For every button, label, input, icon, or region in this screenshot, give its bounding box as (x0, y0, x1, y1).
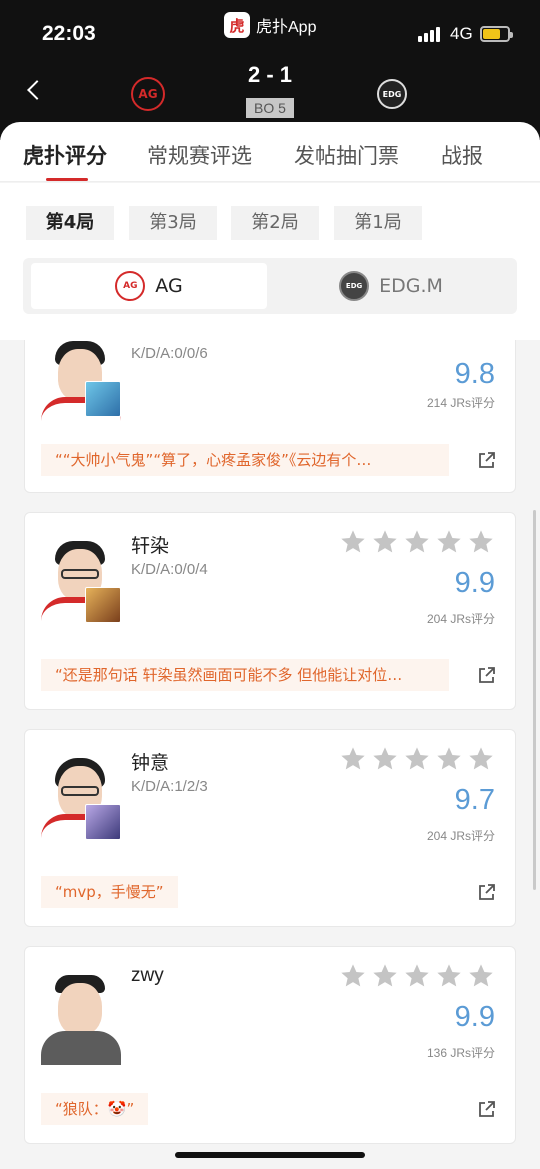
player-card[interactable]: 钟意 K/D/A:1/2/3 9.7 204 JRs评分 “mvp，手慢无” (24, 729, 516, 927)
star-icon[interactable] (339, 962, 367, 990)
battery-level (483, 29, 500, 39)
star-icon[interactable] (371, 745, 399, 773)
star-icon[interactable] (435, 745, 463, 773)
match-format-badge: BO 5 (246, 98, 294, 118)
share-icon[interactable] (477, 882, 497, 902)
star-icon[interactable] (403, 745, 431, 773)
top-comment[interactable]: ““大帅小气鬼”“算了，心疼孟家俊”《云边有个… (41, 444, 449, 476)
round-4-button[interactable]: 第4局 (26, 206, 114, 240)
star-icon[interactable] (371, 962, 399, 990)
network-label: 4G (450, 24, 473, 43)
star-icon[interactable] (339, 528, 367, 556)
star-icon[interactable] (467, 528, 495, 556)
top-comment[interactable]: “还是那句话 轩染虽然画面可能不多 但他能让对位… (41, 659, 449, 691)
round-3-button[interactable]: 第3局 (129, 206, 217, 240)
team-name-edgm: EDG.M (379, 275, 443, 297)
player-avatar (41, 748, 121, 848)
top-comment[interactable]: “狼队：🤡” (41, 1093, 149, 1125)
player-rating-list[interactable]: K/D/A:0/0/6 9.8 214 JRs评分 ““大帅小气鬼”“算了，心疼… (0, 340, 540, 1169)
player-card[interactable]: K/D/A:0/0/6 9.8 214 JRs评分 ““大帅小气鬼”“算了，心疼… (24, 340, 516, 493)
top-comment[interactable]: “mvp，手慢无” (41, 876, 178, 908)
star-rating[interactable] (339, 528, 495, 556)
team-option-edgm[interactable]: EDG EDG.M (273, 263, 509, 309)
main-tabbar: 虎扑评分 常规赛评选 发帖抽门票 战报 (0, 122, 540, 182)
battery-icon (480, 26, 513, 42)
rating-count: 204 JRs评分 (426, 829, 495, 843)
player-name: 轩染 (131, 535, 170, 557)
signal-icon (418, 27, 440, 42)
active-tab-indicator (46, 178, 88, 181)
player-card[interactable]: zwy 9.9 136 JRs评分 “狼队：🤡” (24, 946, 516, 1144)
tab-post-for-tickets[interactable]: 发帖抽门票 (294, 140, 399, 170)
edg-logo-icon: EDG (339, 271, 370, 301)
team-name-ag: AG (155, 275, 183, 297)
player-kda: K/D/A:0/0/4 (131, 561, 208, 578)
star-icon[interactable] (371, 528, 399, 556)
player-score: 9.9 (454, 567, 495, 599)
home-indicator[interactable] (175, 1152, 365, 1158)
star-icon[interactable] (467, 962, 495, 990)
tab-battle-report[interactable]: 战报 (441, 140, 483, 170)
app-badge[interactable]: 虎 虎扑App (224, 12, 316, 38)
star-rating[interactable] (339, 745, 495, 773)
share-icon[interactable] (477, 1099, 497, 1119)
player-card[interactable]: 轩染 K/D/A:0/0/4 9.9 204 JRs评分 “还是那句话 轩染虽然… (24, 512, 516, 710)
player-avatar (41, 531, 121, 631)
player-kda: K/D/A:0/0/6 (131, 345, 208, 362)
player-kda: K/D/A:1/2/3 (131, 778, 208, 795)
edg-team-logo[interactable]: EDG (377, 79, 407, 109)
star-icon[interactable] (403, 528, 431, 556)
team-option-ag[interactable]: AG AG (31, 263, 267, 309)
tab-hupu-rating[interactable]: 虎扑评分 (23, 140, 107, 170)
star-icon[interactable] (435, 528, 463, 556)
player-score: 9.7 (454, 784, 495, 816)
rating-count: 204 JRs评分 (426, 612, 495, 626)
round-2-button[interactable]: 第2局 (231, 206, 319, 240)
tab-regular-season-vote[interactable]: 常规赛评选 (147, 140, 252, 170)
filters-panel: 第4局 第3局 第2局 第1局 AG AG EDG EDG.M (0, 183, 540, 340)
player-score: 9.8 (454, 358, 495, 390)
rating-count: 214 JRs评分 (426, 396, 495, 410)
share-icon[interactable] (477, 450, 497, 470)
round-1-button[interactable]: 第1局 (334, 206, 422, 240)
rating-count: 136 JRs评分 (426, 1046, 495, 1060)
star-icon[interactable] (435, 962, 463, 990)
scrollbar[interactable] (533, 510, 536, 890)
share-icon[interactable] (477, 665, 497, 685)
player-score: 9.9 (454, 1001, 495, 1033)
ag-logo-icon: AG (115, 271, 146, 301)
star-icon[interactable] (339, 745, 367, 773)
match-score: 2 - 1 (247, 62, 293, 87)
star-icon[interactable] (467, 745, 495, 773)
player-name: 钟意 (131, 752, 170, 774)
team-switch: AG AG EDG EDG.M (23, 258, 517, 314)
status-time: 22:03 (42, 22, 96, 45)
player-avatar (41, 340, 121, 431)
player-avatar (41, 965, 121, 1065)
app-logo: 虎 (224, 12, 250, 38)
star-rating[interactable] (339, 962, 495, 990)
player-name: zwy (131, 965, 164, 986)
app-name: 虎扑App (256, 19, 317, 36)
match-header: 22:03 虎 虎扑App 4G AG 2 - 1 BO 5 EDG (0, 0, 540, 140)
star-icon[interactable] (403, 962, 431, 990)
